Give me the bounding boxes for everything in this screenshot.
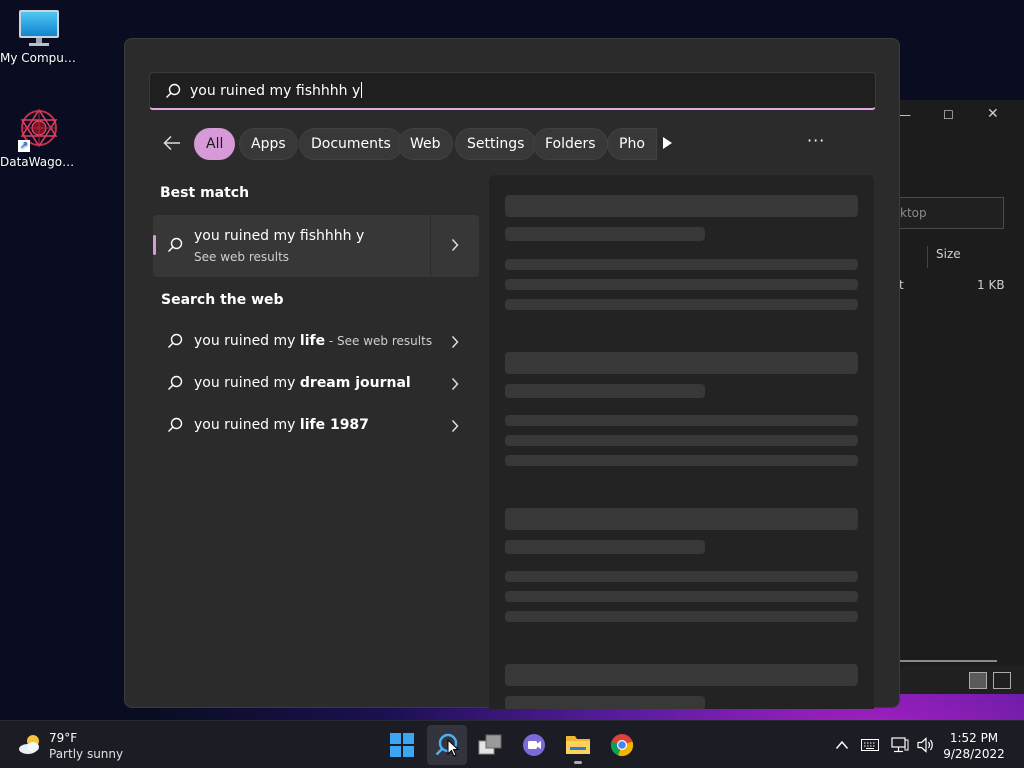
filter-bar: All Apps Documents Web Settings Folders … xyxy=(151,127,851,161)
skeleton-bar xyxy=(505,299,858,310)
scroll-filters-right-icon[interactable] xyxy=(663,137,672,149)
search-icon xyxy=(168,237,183,252)
keyboard-icon[interactable] xyxy=(861,739,879,751)
selection-indicator xyxy=(153,235,156,255)
skeleton-bar xyxy=(505,696,705,709)
desktop-icon-datawagon[interactable]: ↗ DataWagon... xyxy=(0,106,78,169)
skeleton-bar xyxy=(505,227,705,241)
filter-tab-folders[interactable]: Folders xyxy=(533,128,608,160)
system-clock[interactable]: 1:52 PM 9/28/2022 xyxy=(934,730,1014,762)
skeleton-bar xyxy=(505,571,858,582)
explorer-search-input[interactable]: ktop xyxy=(889,197,1004,229)
windows-logo-icon xyxy=(390,733,414,757)
skeleton-bar xyxy=(505,384,705,398)
best-match-heading: Best match xyxy=(160,185,250,201)
web-result-text: you ruined my life 1987 xyxy=(194,417,369,433)
window-controls: — ☐ ✕ xyxy=(899,106,1024,126)
large-icons-view-icon[interactable] xyxy=(993,672,1011,689)
system-tray xyxy=(830,721,940,768)
filter-tab-documents[interactable]: Documents xyxy=(299,128,403,160)
best-match-result[interactable]: you ruined my fishhhh y See web results xyxy=(153,215,479,277)
shortcut-arrow-icon: ↗ xyxy=(18,140,30,152)
skeleton-bar xyxy=(505,540,705,554)
web-result-text: you ruined my dream journal xyxy=(194,375,411,391)
teams-chat-icon xyxy=(523,734,545,756)
file-explorer-window[interactable]: — ☐ ✕ ktop Size t 1 KB xyxy=(889,100,1024,694)
desktop-icon-my-computer[interactable]: My Computer xyxy=(0,10,78,65)
skeleton-bar xyxy=(505,352,858,374)
filter-tab-photos[interactable]: Pho xyxy=(607,128,657,160)
chevron-up-icon[interactable] xyxy=(835,740,849,750)
skeleton-bar xyxy=(505,415,858,426)
chevron-right-icon xyxy=(451,238,459,252)
clock-time: 1:52 PM xyxy=(949,731,999,745)
chevron-right-icon xyxy=(451,419,459,433)
filter-tab-web[interactable]: Web xyxy=(398,128,453,160)
web-result-item[interactable]: you ruined my life 1987 xyxy=(153,407,479,445)
skeleton-bar xyxy=(505,611,858,622)
network-icon[interactable] xyxy=(891,737,909,753)
web-result-text: you ruined my life - See web results xyxy=(194,333,433,349)
more-options-button[interactable]: ··· xyxy=(807,131,825,150)
file-size-cell: 1 KB xyxy=(977,278,1005,292)
partly-sunny-icon xyxy=(19,735,39,754)
skeleton-bar xyxy=(505,508,858,530)
teams-chat-button[interactable] xyxy=(514,725,554,765)
mouse-cursor-icon xyxy=(447,739,459,757)
chevron-right-icon xyxy=(451,377,459,391)
monitor-icon xyxy=(17,10,61,48)
weather-temperature: 79°F xyxy=(49,731,78,745)
weather-condition: Partly sunny xyxy=(49,747,124,761)
skeleton-bar xyxy=(505,591,858,602)
minimize-icon[interactable]: — xyxy=(899,108,911,122)
filter-tab-all[interactable]: All xyxy=(194,128,236,160)
skeleton-bar xyxy=(505,455,858,466)
web-result-item[interactable]: you ruined my dream journal xyxy=(153,365,479,403)
column-header-size[interactable]: Size xyxy=(927,246,1007,268)
maximize-icon[interactable]: ☐ xyxy=(943,108,954,122)
folder-icon xyxy=(566,736,590,754)
details-view-icon[interactable] xyxy=(969,672,987,689)
close-icon[interactable]: ✕ xyxy=(987,106,999,122)
datawagon-logo-icon: ↗ xyxy=(16,106,62,152)
start-button[interactable] xyxy=(382,725,422,765)
best-match-title: you ruined my fishhhh y xyxy=(194,228,365,244)
horizontal-scrollbar[interactable] xyxy=(899,660,997,662)
filter-tab-apps[interactable]: Apps xyxy=(239,128,298,160)
search-icon xyxy=(168,417,183,432)
chrome-icon xyxy=(610,734,634,757)
desktop-icon-label: DataWagon... xyxy=(0,155,78,169)
chevron-right-icon xyxy=(451,335,459,349)
search-icon xyxy=(168,375,183,390)
skeleton-bar xyxy=(505,435,858,446)
preview-pane-loading xyxy=(489,175,874,709)
desktop-icon-label: My Computer xyxy=(0,51,78,65)
search-web-heading: Search the web xyxy=(161,292,284,308)
task-view-button[interactable] xyxy=(470,725,510,765)
file-explorer-button[interactable] xyxy=(558,725,598,765)
chrome-button[interactable] xyxy=(602,725,642,765)
web-result-item[interactable]: you ruined my life - See web results xyxy=(153,323,479,361)
back-arrow-icon[interactable] xyxy=(163,135,181,151)
taskbar: 79°F Partly sunny 1:52 PM 9/28/2022 xyxy=(0,720,1024,768)
search-box[interactable]: you ruined my fishhhh y xyxy=(149,72,876,110)
search-icon xyxy=(166,83,181,98)
search-taskbar-button[interactable] xyxy=(427,725,467,765)
running-indicator xyxy=(574,761,582,764)
search-panel: you ruined my fishhhh y All Apps Documen… xyxy=(124,38,900,709)
skeleton-bar xyxy=(505,259,858,270)
volume-icon[interactable] xyxy=(917,737,935,753)
clock-date: 9/28/2022 xyxy=(943,747,1005,761)
search-input[interactable]: you ruined my fishhhh y xyxy=(190,82,363,99)
skeleton-bar xyxy=(505,279,858,290)
filter-tab-settings[interactable]: Settings xyxy=(455,128,537,160)
best-match-subtitle: See web results xyxy=(194,250,290,264)
skeleton-bar xyxy=(505,195,858,217)
open-preview-button[interactable] xyxy=(431,215,479,277)
skeleton-bar xyxy=(505,664,858,686)
task-view-icon xyxy=(478,734,502,755)
search-icon xyxy=(168,333,183,348)
